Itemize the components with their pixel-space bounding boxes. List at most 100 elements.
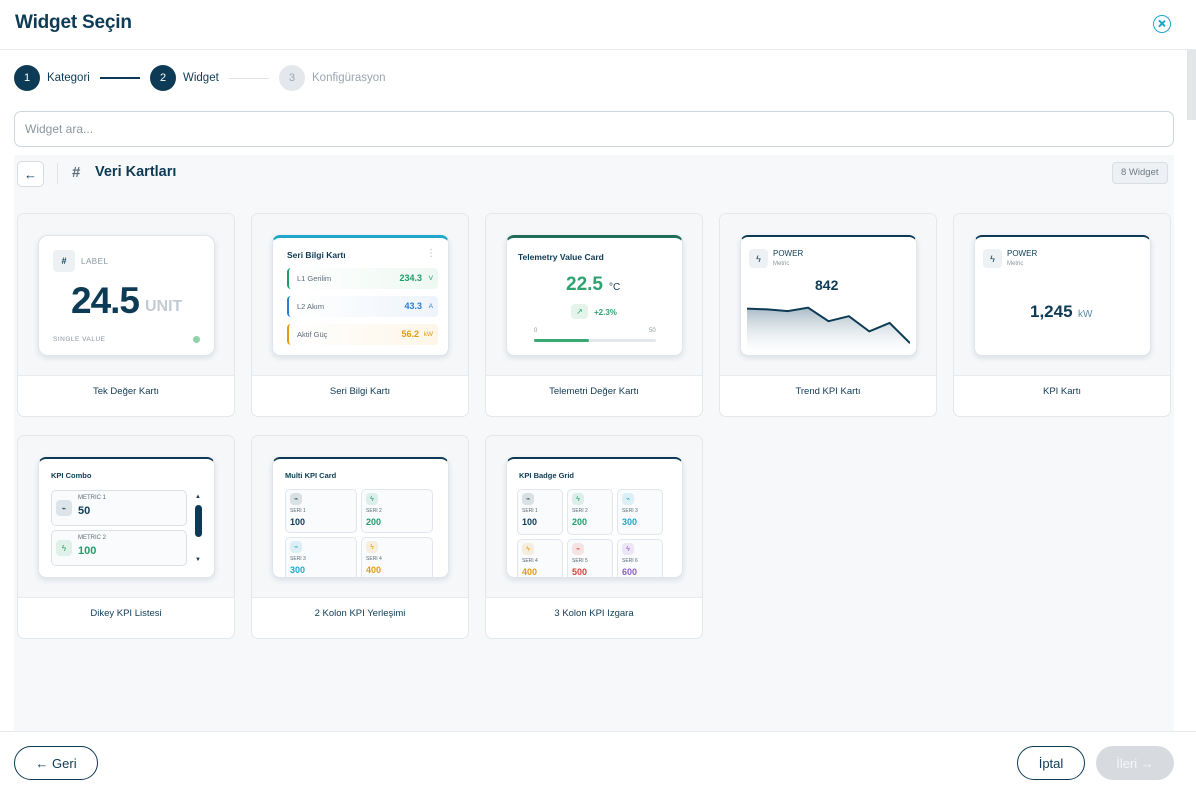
preview-unit: UNIT bbox=[145, 298, 183, 315]
progress-track bbox=[534, 339, 656, 342]
preview-kpi-badge-grid: KPI Badge Grid ⌁ SERI 1 100 ϟ SERI 2 200 ⌁ SERI… bbox=[506, 457, 683, 578]
widget-preview: KPI Combo ⌁ METRIC 1 50 ϟ METRIC 2 100 ▲… bbox=[18, 436, 234, 598]
lightning-icon: ϟ bbox=[366, 493, 378, 505]
preview-title: KPI Combo bbox=[51, 471, 92, 480]
category-title: Veri Kartları bbox=[95, 164, 177, 180]
step-connector bbox=[229, 78, 269, 79]
chart-icon: ⌁ bbox=[290, 541, 302, 553]
step-number: 1 bbox=[14, 65, 40, 91]
step-label: Kategori bbox=[47, 72, 90, 84]
widget-list-panel: ← # Veri Kartları 8 Widget # LABEL 24.5 … bbox=[14, 155, 1174, 731]
sparkline-area bbox=[747, 307, 910, 355]
chart-icon: ⌁ bbox=[622, 493, 634, 505]
series-row-label: L1 Gerilim bbox=[297, 274, 332, 283]
kpi-value: 300 bbox=[290, 565, 306, 575]
kpi-label: SERI 5 bbox=[572, 558, 588, 564]
scroll-down-icon[interactable]: ▼ bbox=[195, 557, 201, 563]
kpi-value: 200 bbox=[366, 517, 382, 527]
back-arrow-icon[interactable]: ← bbox=[17, 161, 44, 187]
widget-preview: Seri Bilgi Kartı ⋮ L1 Gerilim 234.3 V L2… bbox=[252, 214, 468, 376]
metric-item: ϟ METRIC 2 100 bbox=[51, 530, 187, 566]
preview-change: +2.3% bbox=[594, 308, 617, 317]
status-dot bbox=[193, 336, 200, 343]
step-kategori[interactable]: 1 Kategori bbox=[14, 65, 90, 91]
kpi-cell: ϟ SERI 4 400 bbox=[361, 537, 433, 577]
widget-card-label: Telemetri Değer Kartı bbox=[549, 386, 639, 397]
next-button[interactable]: İleri → bbox=[1096, 746, 1174, 780]
preview-title: POWER bbox=[773, 249, 804, 258]
lightning-icon: ϟ bbox=[366, 541, 378, 553]
kpi-label: SERI 4 bbox=[522, 558, 538, 564]
preview-subtitle: Metric bbox=[1007, 261, 1024, 267]
kpi-value: 600 bbox=[622, 567, 638, 577]
widget-card-single-value[interactable]: # LABEL 24.5 UNIT SINGLE VALUE Tek Değer… bbox=[17, 213, 235, 417]
scroll-up-icon[interactable]: ▲ bbox=[195, 494, 201, 500]
widget-card-series-info[interactable]: Seri Bilgi Kartı ⋮ L1 Gerilim 234.3 V L2… bbox=[251, 213, 469, 417]
step-widget[interactable]: 2 Widget bbox=[150, 65, 219, 91]
widget-card-kpi[interactable]: ϟ POWER Metric 1,245 kW KPI Kartı bbox=[953, 213, 1171, 417]
widget-card-telemetry[interactable]: Telemetry Value Card 22.5 °C ↗ +2.3% 0 5… bbox=[485, 213, 703, 417]
preview-title: POWER bbox=[1007, 249, 1038, 258]
trend-up-icon: ↗ bbox=[571, 304, 588, 319]
lightning-icon: ϟ bbox=[622, 543, 634, 555]
kpi-label: SERI 1 bbox=[522, 508, 538, 514]
lightning-icon: ϟ bbox=[572, 493, 584, 505]
lightning-icon: ϟ bbox=[56, 540, 72, 556]
widget-card-trend-kpi[interactable]: ϟ POWER Metric 842 Trend KPI Kartı bbox=[719, 213, 937, 417]
widget-card-label: Seri Bilgi Kartı bbox=[329, 386, 391, 397]
widget-preview: # LABEL 24.5 UNIT SINGLE VALUE bbox=[18, 214, 234, 376]
preview-caption: SINGLE VALUE bbox=[53, 336, 106, 343]
preview-single-value: # LABEL 24.5 UNIT SINGLE VALUE bbox=[38, 235, 215, 356]
kpi-cell: ⌁ SERI 3 300 bbox=[285, 537, 357, 577]
cancel-button[interactable]: İptal bbox=[1017, 746, 1085, 780]
lightning-icon: ϟ bbox=[749, 249, 768, 268]
kpi-value: 200 bbox=[572, 517, 588, 527]
metric-label: METRIC 1 bbox=[78, 495, 107, 501]
hash-icon: # bbox=[53, 250, 75, 272]
dialog-header: Widget Seçin bbox=[0, 0, 1196, 50]
range-max: 50 bbox=[649, 328, 656, 334]
divider bbox=[57, 163, 58, 184]
kpi-cell: ⌁ SERI 1 100 bbox=[517, 489, 563, 535]
widget-card-label: 2 Kolon KPI Yerleşimi bbox=[314, 608, 406, 619]
scrollbar[interactable] bbox=[1187, 50, 1196, 120]
widget-preview: Multi KPI Card ⌁ SERI 1 100 ϟ SERI 2 200 ⌁ SERI… bbox=[252, 436, 468, 598]
scroll-thumb[interactable] bbox=[195, 505, 202, 537]
preview-title: Multi KPI Card bbox=[285, 471, 337, 480]
kpi-value: 300 bbox=[622, 517, 638, 527]
kpi-value: 500 bbox=[572, 567, 588, 577]
widget-card-three-column-kpi[interactable]: KPI Badge Grid ⌁ SERI 1 100 ϟ SERI 2 200 ⌁ SERI… bbox=[485, 435, 703, 639]
preview-unit: °C bbox=[609, 282, 621, 293]
preview-trend-kpi: ϟ POWER Metric 842 bbox=[740, 235, 917, 356]
widget-preview: KPI Badge Grid ⌁ SERI 1 100 ϟ SERI 2 200 ⌁ SERI… bbox=[486, 436, 702, 598]
widget-preview: ϟ POWER Metric 1,245 kW bbox=[954, 214, 1170, 376]
metric-label: METRIC 2 bbox=[78, 535, 107, 541]
kpi-value: 100 bbox=[522, 517, 538, 527]
step-label: Konfigürasyon bbox=[312, 72, 386, 84]
kpi-label: SERI 2 bbox=[366, 508, 382, 514]
dialog-footer: ← Geri İptal İleri → bbox=[0, 731, 1196, 791]
kpi-label: SERI 1 bbox=[290, 508, 306, 514]
preview-value: 1,245 bbox=[1030, 302, 1073, 321]
close-icon[interactable] bbox=[1153, 15, 1171, 33]
preview-value: 22.5 bbox=[566, 274, 603, 295]
kpi-cell: ⌁ SERI 1 100 bbox=[285, 489, 357, 533]
widget-search-input[interactable] bbox=[14, 111, 1174, 147]
step-konfigurasyon: 3 Konfigürasyon bbox=[279, 65, 386, 91]
preview-title: Telemetry Value Card bbox=[518, 252, 604, 262]
trend-sparkline bbox=[747, 306, 910, 355]
metric-value: 100 bbox=[78, 545, 97, 557]
chart-icon: ⌁ bbox=[572, 543, 584, 555]
back-button[interactable]: ← Geri bbox=[14, 746, 98, 780]
step-number: 3 bbox=[279, 65, 305, 91]
chart-icon: ⌁ bbox=[290, 493, 302, 505]
chart-icon: ⌁ bbox=[56, 500, 72, 516]
widget-card-vertical-kpi-list[interactable]: KPI Combo ⌁ METRIC 1 50 ϟ METRIC 2 100 ▲… bbox=[17, 435, 235, 639]
preview-unit: kW bbox=[1078, 309, 1093, 320]
widget-card-label: Tek Değer Kartı bbox=[93, 386, 159, 397]
kpi-cell: ϟ SERI 4 400 bbox=[517, 539, 563, 577]
kpi-label: SERI 3 bbox=[290, 556, 306, 562]
series-row-unit: A bbox=[428, 303, 433, 310]
widget-card-two-column-kpi[interactable]: Multi KPI Card ⌁ SERI 1 100 ϟ SERI 2 200 ⌁ SERI… bbox=[251, 435, 469, 639]
series-row-label: L2 Akım bbox=[297, 302, 325, 311]
